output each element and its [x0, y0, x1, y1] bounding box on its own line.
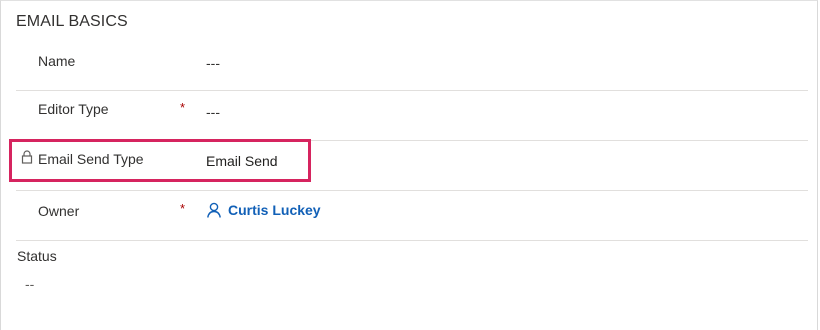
email-send-type-label: Email Send Type: [38, 151, 144, 167]
owner-label: Owner: [38, 203, 80, 219]
person-icon: [207, 202, 221, 218]
owner-lookup-link[interactable]: Curtis Luckey: [206, 202, 321, 218]
name-value[interactable]: ---: [206, 55, 220, 71]
status-value: --: [25, 276, 35, 292]
email-send-type-value: Email Send: [206, 153, 278, 169]
field-row-email-send-type: Email Send Type Email Send: [16, 140, 808, 191]
editor-type-value[interactable]: ---: [206, 104, 220, 120]
lock-icon: [21, 150, 33, 164]
required-indicator: *: [180, 100, 186, 115]
required-indicator: *: [180, 201, 186, 216]
field-row-name: Name ---: [16, 40, 808, 91]
section-title: EMAIL BASICS: [16, 13, 128, 30]
field-row-editor-type: Editor Type * ---: [16, 90, 808, 141]
status-label: Status: [17, 248, 57, 264]
editor-type-label: Editor Type: [38, 101, 109, 117]
field-row-owner: Owner * Curtis Luckey: [16, 190, 808, 241]
owner-name[interactable]: Curtis Luckey: [228, 202, 321, 218]
name-label: Name: [38, 53, 76, 69]
email-basics-panel: EMAIL BASICS Name --- Editor Type * --- …: [0, 0, 818, 330]
